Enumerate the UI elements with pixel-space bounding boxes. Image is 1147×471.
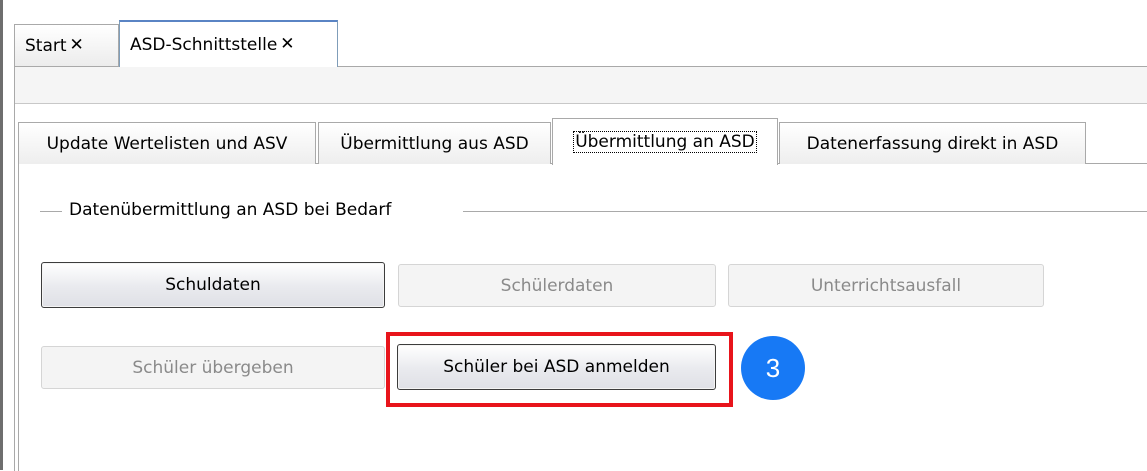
highlight-frame xyxy=(386,332,733,407)
schuelerdaten-button[interactable]: Schülerdaten xyxy=(398,264,716,307)
schuldaten-button[interactable]: Schuldaten xyxy=(41,262,385,308)
group-border-right xyxy=(463,211,1147,212)
tab-start[interactable]: Start ✕ xyxy=(14,24,119,66)
tab-uebermittlung-an-asd[interactable]: Übermittlung an ASD xyxy=(552,118,778,165)
tab-update-wertelisten[interactable]: Update Wertelisten und ASV xyxy=(18,122,316,164)
schueler-uebergeben-button[interactable]: Schüler übergeben xyxy=(41,346,385,389)
tab-start-label: Start xyxy=(25,35,67,56)
tab-label: Übermittlung an ASD xyxy=(573,131,757,153)
tab-asd-schnittstelle[interactable]: ASD-Schnittstelle ✕ xyxy=(119,20,338,67)
close-icon[interactable]: ✕ xyxy=(70,37,84,54)
unterrichtsausfall-button[interactable]: Unterrichtsausfall xyxy=(728,264,1044,307)
tab-label: Datenerfassung direkt in ASD xyxy=(806,133,1059,154)
close-icon[interactable]: ✕ xyxy=(280,36,294,53)
tab-uebermittlung-aus-asd[interactable]: Übermittlung aus ASD xyxy=(318,122,551,164)
window-left-edge xyxy=(0,0,3,470)
tab-label: Update Wertelisten und ASV xyxy=(46,133,288,154)
tab-datenerfassung-direkt[interactable]: Datenerfassung direkt in ASD xyxy=(779,122,1086,164)
group-border-left xyxy=(40,211,62,212)
step-badge: 3 xyxy=(741,336,805,400)
group-title: Datenübermittlung an ASD bei Bedarf xyxy=(69,200,392,220)
tab-asd-schnittstelle-label: ASD-Schnittstelle xyxy=(130,34,278,55)
tab-label: Übermittlung aus ASD xyxy=(340,133,529,154)
document-toolbar xyxy=(15,67,1147,104)
